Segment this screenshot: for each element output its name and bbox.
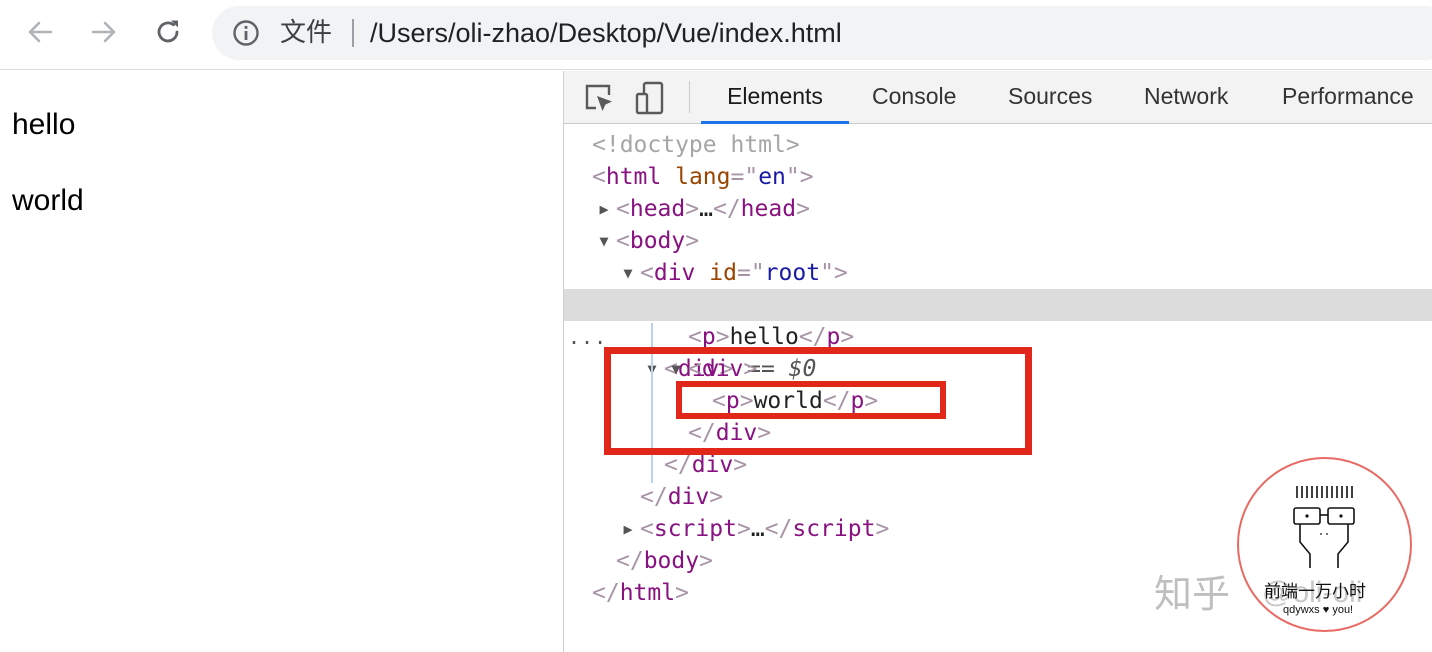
back-button[interactable] bbox=[20, 12, 60, 52]
reload-icon bbox=[157, 20, 179, 43]
back-arrow-icon bbox=[28, 21, 53, 43]
dom-node-div-root[interactable]: ▼ <div id="root"> bbox=[616, 257, 847, 289]
device-toolbar-icon[interactable] bbox=[634, 81, 668, 115]
tab-performance[interactable]: Performance bbox=[1282, 71, 1414, 124]
address-scheme-label: 文件 bbox=[280, 18, 333, 48]
dom-node-body[interactable]: ▼ <body> bbox=[592, 225, 699, 257]
collapse-triangle-icon[interactable]: ▼ bbox=[592, 225, 616, 257]
inspect-element-icon[interactable] bbox=[582, 81, 616, 115]
expand-triangle-icon[interactable]: ▶ bbox=[592, 193, 616, 225]
address-separator bbox=[352, 19, 354, 47]
expand-triangle-icon[interactable]: ▶ bbox=[616, 513, 640, 545]
url-text[interactable]: /Users/oli-zhao/Desktop/Vue/index.html bbox=[370, 17, 842, 49]
annotation-box-inner bbox=[676, 381, 946, 419]
collapse-triangle-icon[interactable]: ▼ bbox=[616, 257, 640, 289]
dom-node-doctype[interactable]: <!doctype html> bbox=[592, 129, 800, 161]
page-paragraph-world: world bbox=[12, 184, 84, 217]
tab-network[interactable]: Network bbox=[1144, 71, 1228, 124]
tab-console[interactable]: Console bbox=[872, 71, 956, 124]
page-paragraph-hello: hello bbox=[12, 108, 76, 141]
forward-arrow-icon bbox=[91, 21, 116, 43]
row-more-ellipsis[interactable]: ... bbox=[568, 321, 607, 353]
browser-toolbar: 文件 /Users/oli-zhao/Desktop/Vue/index.htm… bbox=[0, 0, 1432, 70]
watermark-slogan: qdywxs ♥ you! bbox=[1283, 604, 1354, 616]
info-icon[interactable] bbox=[232, 19, 260, 47]
dom-node-div-root-close[interactable]: </div> bbox=[640, 481, 723, 513]
dom-node-script[interactable]: ▶ <script>…</script> bbox=[616, 513, 889, 545]
devtools-tabbar: Elements Console Sources Network Perform… bbox=[564, 71, 1432, 124]
dom-node-div-selected[interactable]: ... ▼<div> == $0 bbox=[564, 289, 1432, 382]
dom-node-html[interactable]: <html lang="en"> bbox=[592, 161, 814, 193]
watermark-brand: 前端一万小时 bbox=[1264, 582, 1366, 602]
watermark-site: 知乎 bbox=[1154, 572, 1231, 616]
watermark-face-icon bbox=[1293, 486, 1355, 568]
forward-button[interactable] bbox=[84, 12, 124, 52]
dom-node-body-close[interactable]: </body> bbox=[616, 545, 713, 577]
page-viewport: hello world bbox=[0, 71, 563, 652]
tab-sources[interactable]: Sources bbox=[1008, 71, 1092, 124]
dom-node-html-close[interactable]: </html> bbox=[592, 577, 689, 609]
tab-elements[interactable]: Elements bbox=[701, 71, 849, 124]
dom-node-head[interactable]: ▶ <head>…</head> bbox=[592, 193, 809, 225]
toolbar-divider bbox=[689, 81, 690, 113]
address-bar[interactable]: 文件 /Users/oli-zhao/Desktop/Vue/index.htm… bbox=[212, 6, 1432, 60]
reload-button[interactable] bbox=[148, 12, 188, 52]
